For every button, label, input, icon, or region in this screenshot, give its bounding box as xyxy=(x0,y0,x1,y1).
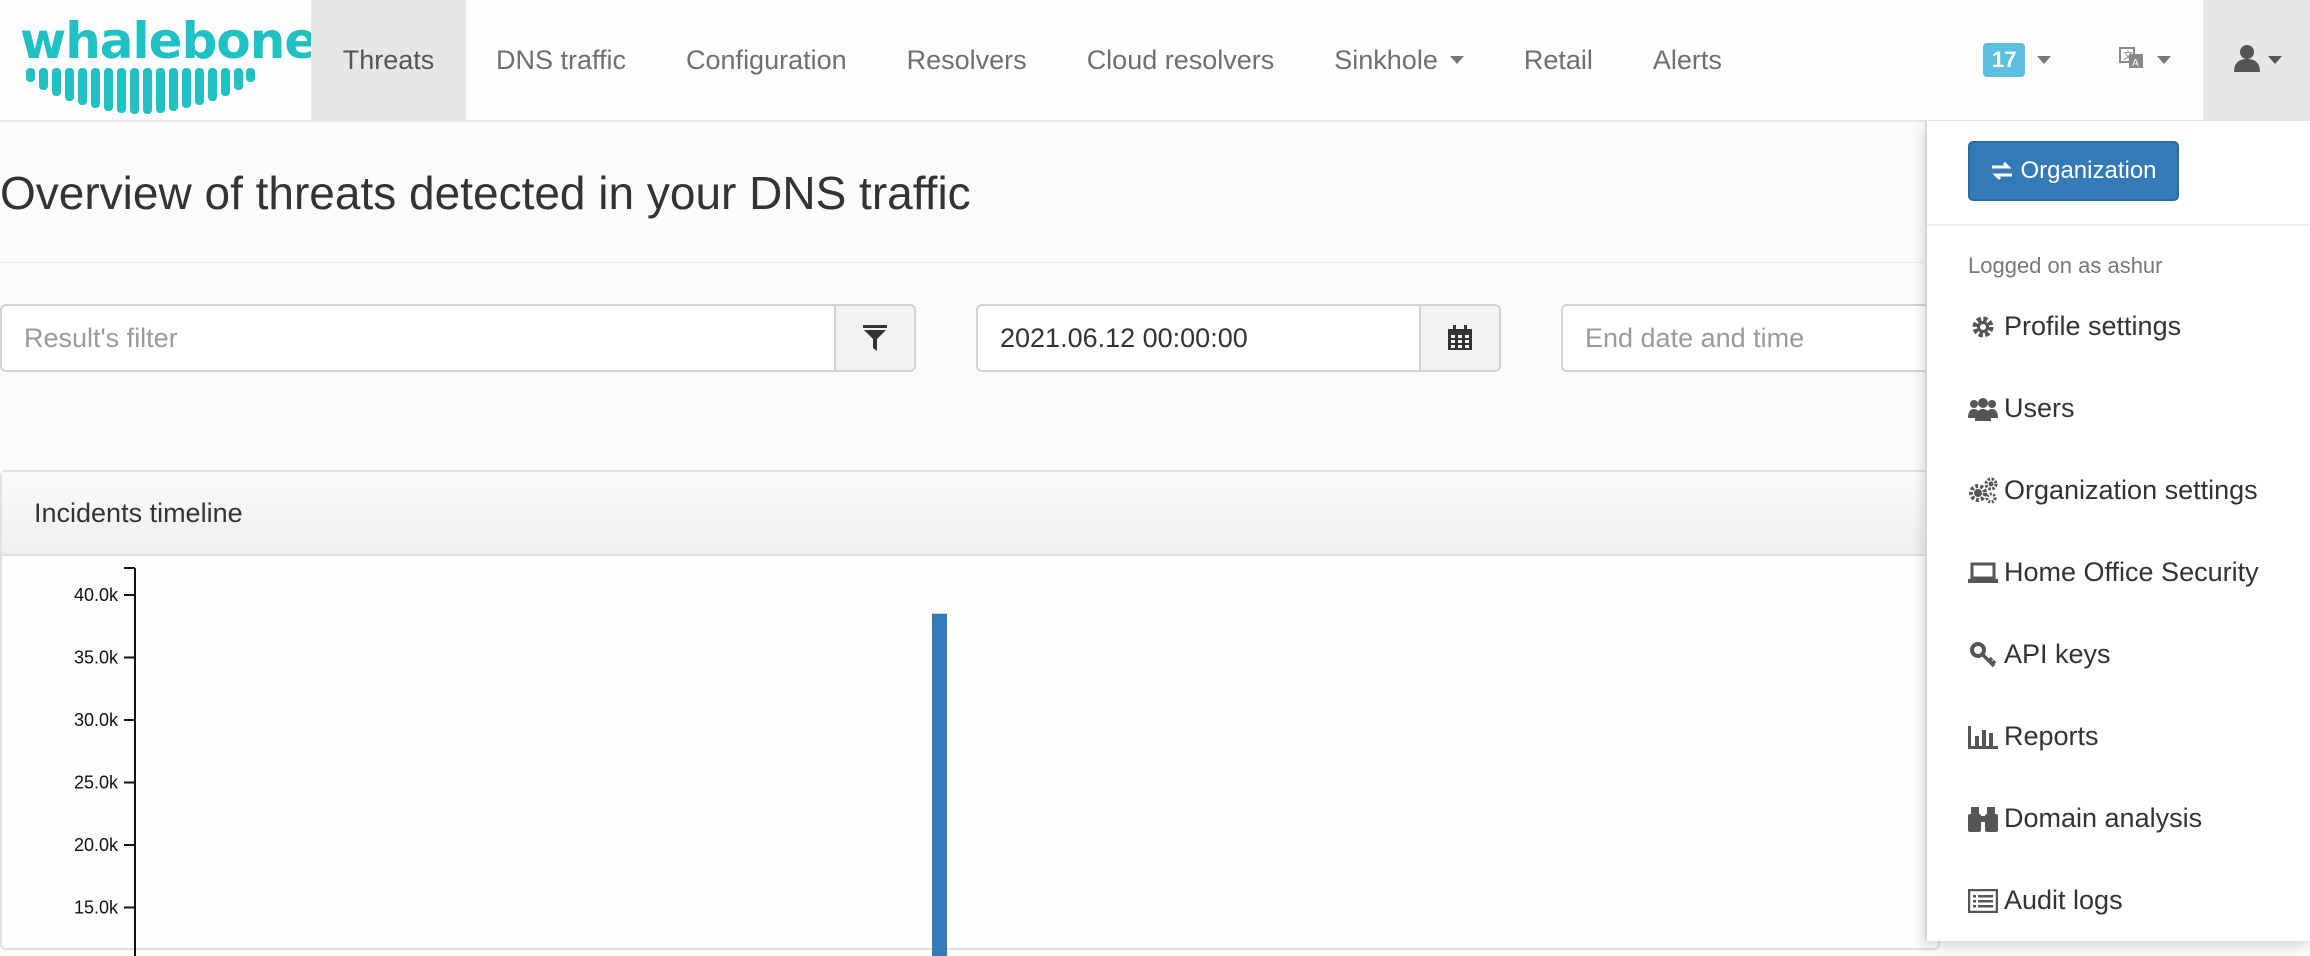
page-title: Overview of threats detected in your DNS… xyxy=(0,167,971,219)
language-icon: 文 A xyxy=(2119,45,2145,76)
menu-item-profile-settings[interactable]: Profile settings xyxy=(1968,311,2181,342)
menu-item-label: Organization settings xyxy=(2004,475,2258,505)
chevron-down-icon xyxy=(2037,56,2052,64)
start-date-calendar-button[interactable] xyxy=(1419,306,1499,370)
gears-icon xyxy=(1968,476,1998,506)
bar-chart-icon xyxy=(1968,722,1998,752)
nav-item-resolvers[interactable]: Resolvers xyxy=(877,0,1057,120)
menu-item-reports[interactable]: Reports xyxy=(1968,721,2099,752)
list-icon xyxy=(1968,886,1998,916)
users-icon xyxy=(1968,394,1998,424)
y-axis-tick-label: 25.0k xyxy=(74,773,119,793)
panel-title: Incidents timeline xyxy=(34,497,243,528)
menu-item-home-office-security[interactable]: Home Office Security xyxy=(1968,557,2259,588)
menu-item-label: API keys xyxy=(2004,639,2111,669)
filter-button[interactable] xyxy=(834,306,914,370)
menu-item-label: Domain analysis xyxy=(2004,803,2203,833)
nav-item-sinkhole[interactable]: Sinkhole xyxy=(1304,0,1494,120)
calendar-icon xyxy=(1448,325,1472,350)
svg-text:A: A xyxy=(2132,58,2139,69)
user-menu-toggle[interactable] xyxy=(2203,0,2310,120)
binoculars-icon xyxy=(1968,804,1998,834)
nav-item-cloud-resolvers[interactable]: Cloud resolvers xyxy=(1057,0,1305,120)
chevron-down-icon xyxy=(2267,56,2282,64)
gear-icon xyxy=(1968,312,1998,342)
organization-button-label: Organization xyxy=(2020,157,2157,184)
menu-item-label: Home Office Security xyxy=(2004,557,2259,587)
dropdown-divider xyxy=(1927,224,2310,226)
main-nav: Threats DNS traffic Configuration Resolv… xyxy=(311,0,1752,120)
y-axis-tick-label: 15.0k xyxy=(74,898,119,918)
nav-item-label: Configuration xyxy=(686,44,847,75)
result-filter-group xyxy=(0,304,916,372)
nav-item-configuration[interactable]: Configuration xyxy=(656,0,877,120)
language-dropdown[interactable]: 文 A xyxy=(2119,0,2171,120)
panel-heading: Incidents timeline xyxy=(2,472,1938,556)
chevron-down-icon xyxy=(1449,56,1464,64)
notifications-badge: 17 xyxy=(1983,43,2026,77)
whalebone-logo[interactable]: whalebone xyxy=(20,12,318,114)
laptop-icon xyxy=(1968,558,1998,588)
nav-item-label: Threats xyxy=(342,44,435,75)
nav-item-threats[interactable]: Threats xyxy=(311,0,466,120)
incidents-timeline-panel: Incidents timeline 40.0k 35.0k 30.0k 25.0k 2… xyxy=(0,470,1940,956)
divider xyxy=(0,262,1925,263)
menu-item-audit-logs[interactable]: Audit logs xyxy=(1968,885,2123,916)
chart-bar[interactable] xyxy=(932,613,947,956)
nav-item-label: Alerts xyxy=(1652,44,1722,75)
organization-switch-button[interactable]: Organization xyxy=(1968,141,2179,201)
y-axis-ticks: 40.0k 35.0k 30.0k 25.0k 20.0k 15.0k xyxy=(74,585,135,918)
user-dropdown-menu: Organization Logged on as ashur Profile … xyxy=(1925,121,2310,941)
chart-bars xyxy=(932,613,947,956)
y-axis-tick-label: 20.0k xyxy=(74,835,119,855)
result-filter-input[interactable] xyxy=(2,306,834,370)
menu-item-label: Profile settings xyxy=(2004,311,2182,341)
start-date-input[interactable] xyxy=(978,306,1419,370)
y-axis-tick-label: 40.0k xyxy=(74,585,119,605)
notifications-dropdown[interactable]: 17 xyxy=(1983,0,2052,120)
nav-item-label: Sinkhole xyxy=(1334,44,1438,75)
logo-text: whalebone xyxy=(20,12,318,70)
start-date-group xyxy=(976,304,1501,372)
filter-icon xyxy=(863,325,887,351)
nav-item-alerts[interactable]: Alerts xyxy=(1623,0,1752,120)
menu-item-label: Reports xyxy=(2004,721,2099,751)
menu-item-label: Audit logs xyxy=(2004,885,2123,915)
y-axis-tick-label: 35.0k xyxy=(74,648,119,668)
nav-item-label: Resolvers xyxy=(906,44,1027,75)
nav-item-label: DNS traffic xyxy=(496,44,627,75)
nav-item-retail[interactable]: Retail xyxy=(1494,0,1623,120)
menu-item-organization-settings[interactable]: Organization settings xyxy=(1968,475,2258,506)
key-icon xyxy=(1968,640,1998,670)
incidents-timeline-chart: 40.0k 35.0k 30.0k 25.0k 20.0k 15.0k xyxy=(74,567,947,956)
menu-item-label: Users xyxy=(2004,393,2075,423)
user-icon xyxy=(2232,43,2262,78)
menu-item-users[interactable]: Users xyxy=(1968,393,2075,424)
chevron-down-icon xyxy=(2157,56,2171,64)
menu-item-domain-analysis[interactable]: Domain analysis xyxy=(1968,803,2202,834)
exchange-icon xyxy=(1992,161,2013,181)
nav-item-label: Retail xyxy=(1523,44,1593,75)
logged-on-label: Logged on as ashur xyxy=(1968,253,2163,278)
top-navbar: whalebone Threats DNS traffic Configurat… xyxy=(0,0,2310,122)
menu-item-api-keys[interactable]: API keys xyxy=(1968,639,2111,670)
y-axis-tick-label: 30.0k xyxy=(74,710,119,730)
nav-item-label: Cloud resolvers xyxy=(1086,44,1275,75)
nav-item-dns-traffic[interactable]: DNS traffic xyxy=(466,0,656,120)
logo-whale-baleen-icon xyxy=(26,68,255,114)
